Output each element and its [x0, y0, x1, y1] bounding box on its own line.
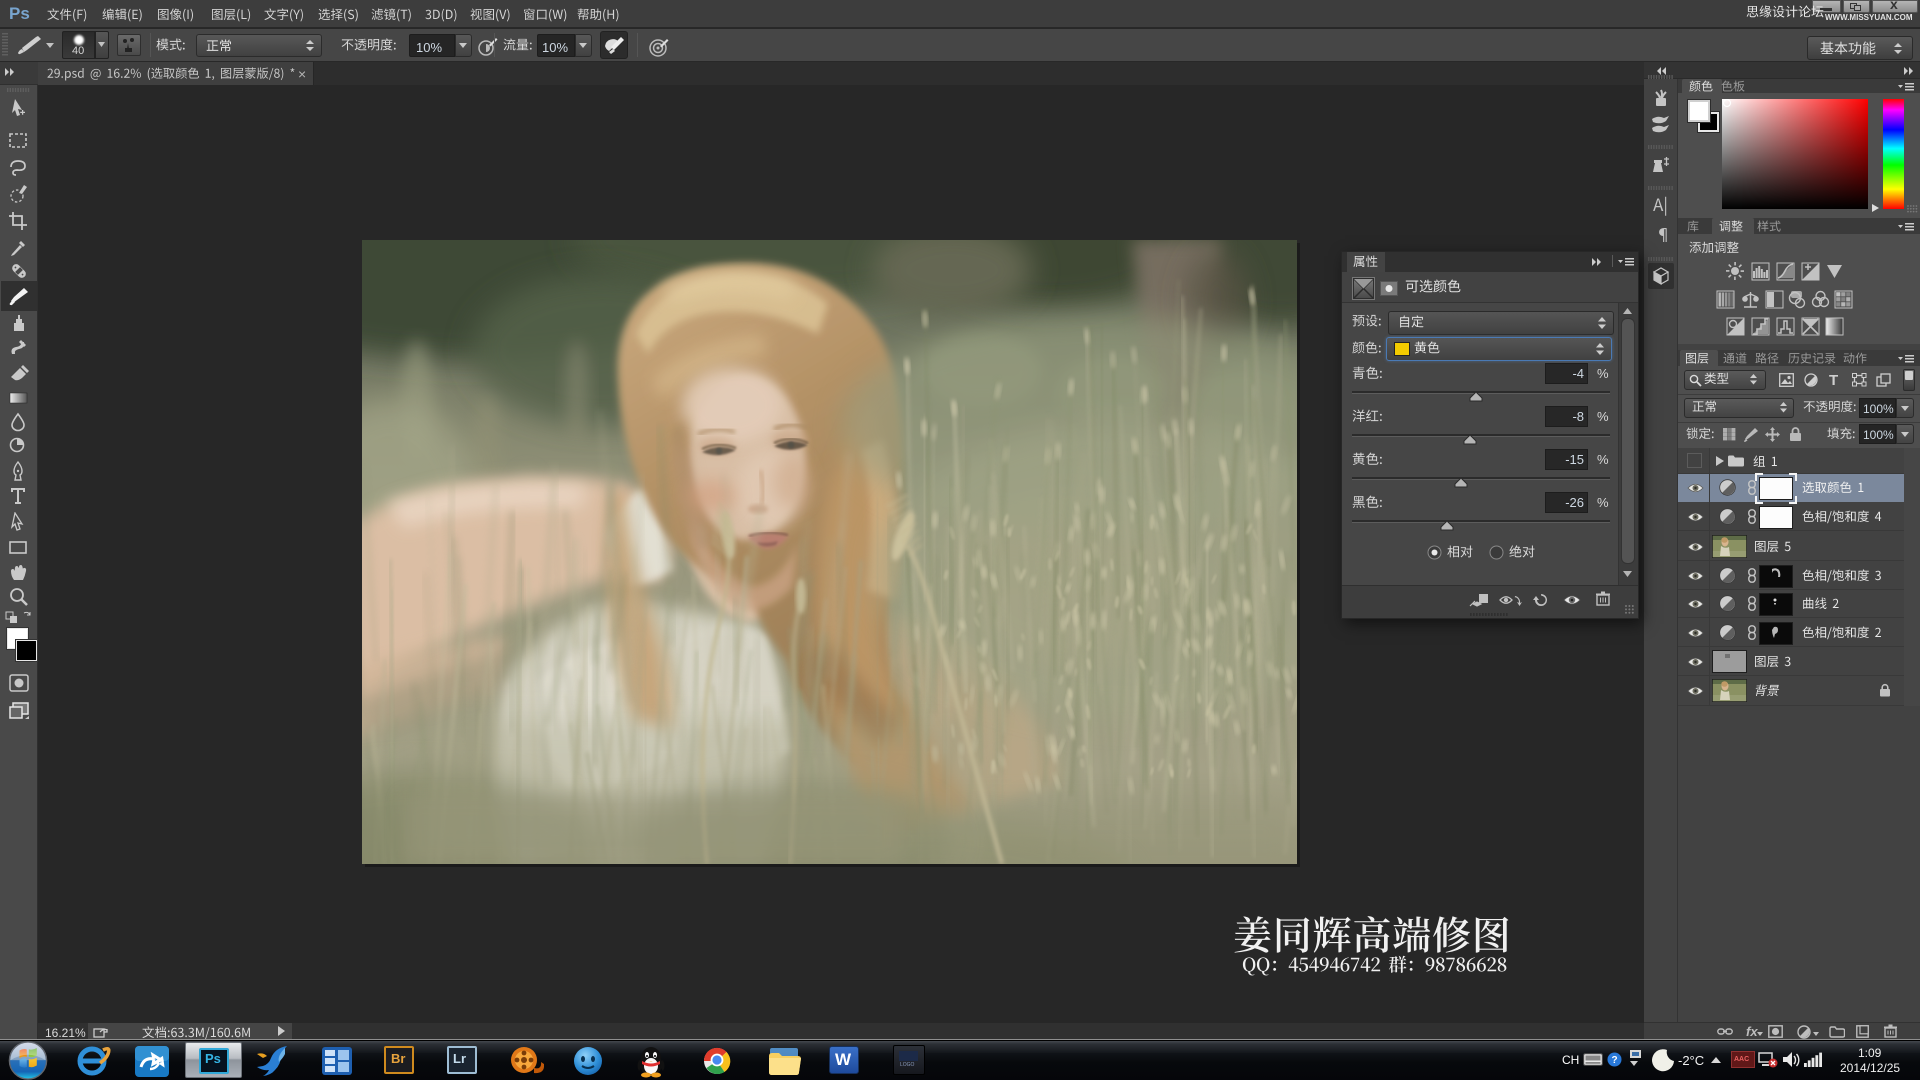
svg-text:?: ?	[1611, 1055, 1617, 1066]
